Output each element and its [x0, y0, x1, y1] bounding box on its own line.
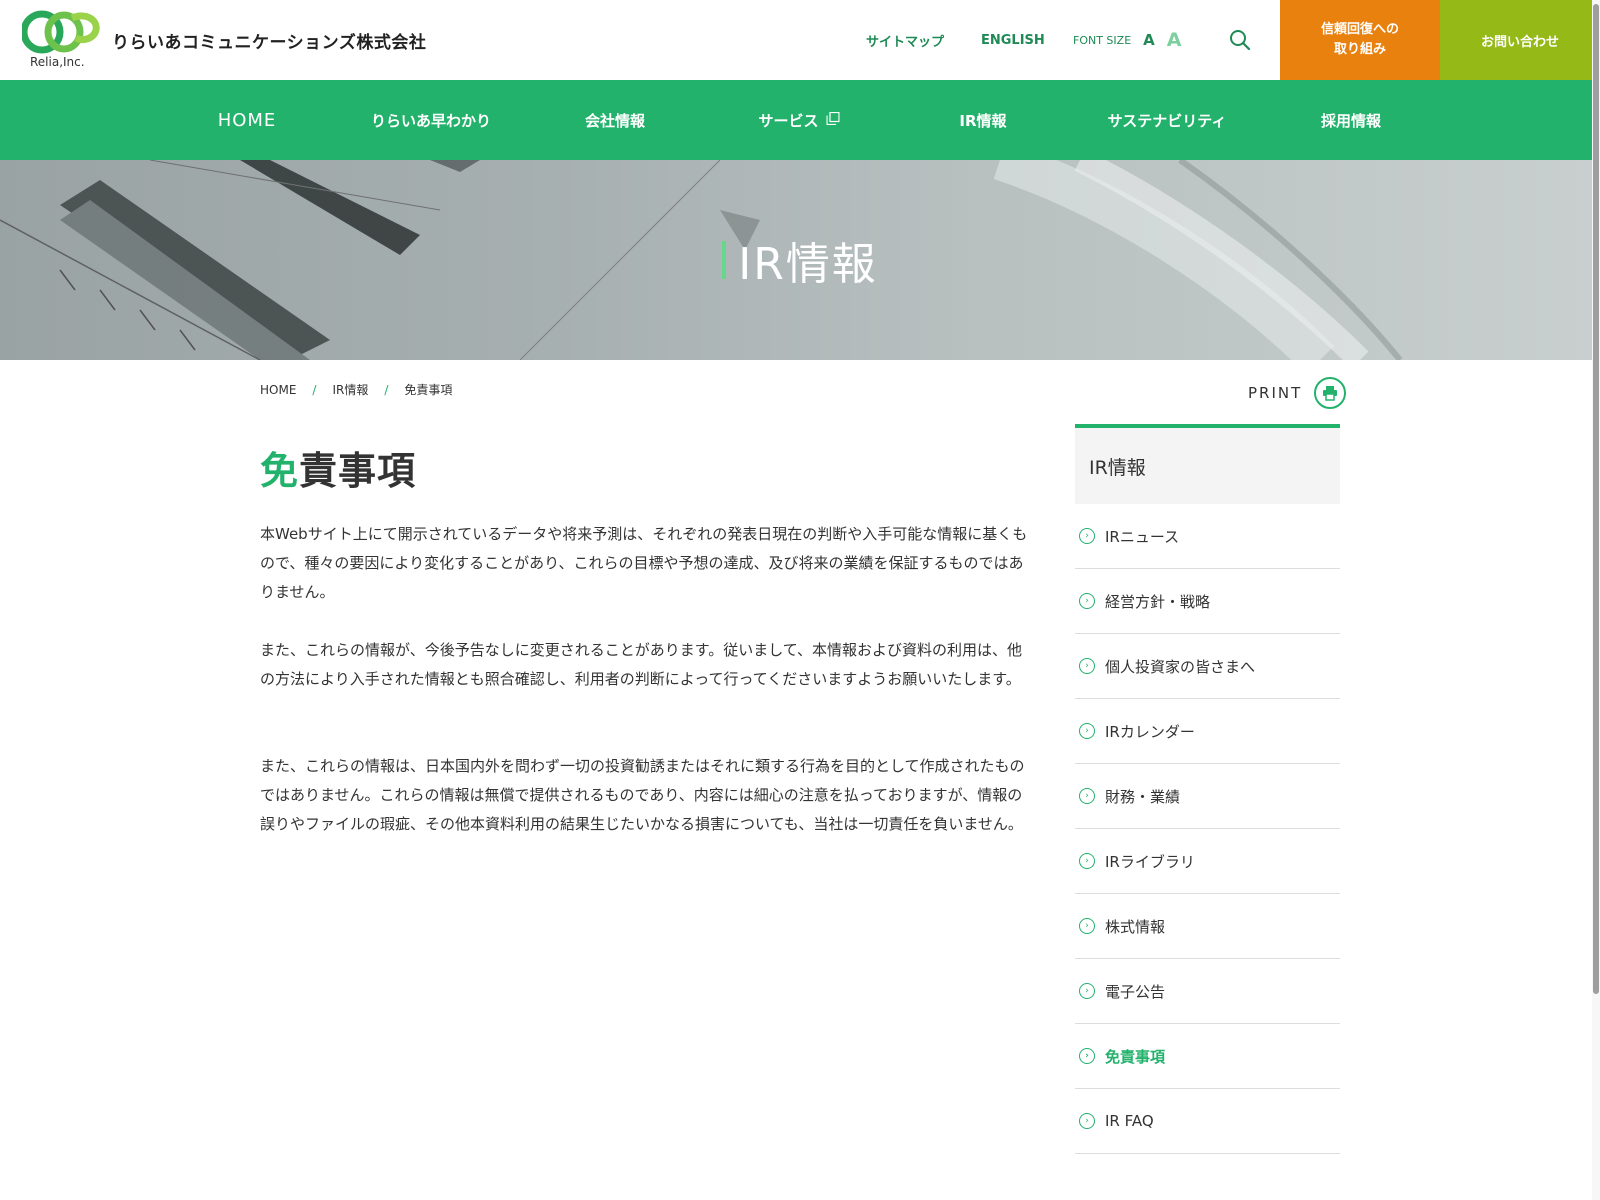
site-header: Relia,Inc. りらいあコミュニケーションズ株式会社 サイトマップ ENG… [0, 0, 1600, 80]
sidebar-item-stock-info[interactable]: › 株式情報 [1075, 894, 1340, 959]
disclaimer-paragraph: また、これらの情報は、日本国内外を問わず一切の投資勧誘またはそれに類する行為を目… [260, 757, 1025, 833]
chevron-circle-icon: › [1079, 1048, 1095, 1064]
printer-icon [1314, 377, 1347, 409]
logo-mark-icon [22, 10, 100, 54]
breadcrumb-separator: / [312, 382, 317, 397]
sidebar-item-label: IR FAQ [1105, 1112, 1154, 1130]
chevron-circle-icon: › [1079, 528, 1095, 544]
chevron-circle-icon: › [1079, 723, 1095, 739]
hero-title-text: IR情報 [738, 239, 878, 290]
sidebar-item-strategy[interactable]: › 経営方針・戦略 [1075, 569, 1340, 634]
font-size-large-button[interactable]: A [1167, 29, 1182, 51]
hero-banner: IR情報 [0, 160, 1600, 360]
sitemap-link[interactable]: サイトマップ [866, 0, 944, 80]
font-size-control: FONT SIZE A A [1073, 0, 1181, 80]
chevron-circle-icon: › [1079, 658, 1095, 674]
sidebar-item-ir-news[interactable]: › IRニュース [1075, 504, 1340, 569]
sidebar-item-label: 財務・業績 [1105, 787, 1181, 806]
nav-sustainability[interactable]: サステナビリティ [1108, 80, 1227, 160]
sidebar-item-label: IRニュース [1105, 527, 1180, 546]
sidebar-item-label: 経営方針・戦略 [1105, 592, 1211, 611]
english-link[interactable]: ENGLISH [981, 0, 1045, 80]
hero-title: IR情報 [0, 160, 1600, 360]
font-size-small-button[interactable]: A [1143, 31, 1155, 49]
breadcrumb: HOME / IR情報 / 免責事項 [260, 381, 452, 398]
chevron-circle-icon: › [1079, 918, 1095, 934]
nav-ir[interactable]: IR情報 [959, 80, 1006, 160]
nav-recruit[interactable]: 採用情報 [1321, 80, 1381, 160]
chevron-circle-icon: › [1079, 853, 1095, 869]
sidebar-item-label: 個人投資家の皆さまへ [1105, 657, 1256, 676]
chevron-circle-icon: › [1079, 1113, 1095, 1129]
sidebar-item-label: 株式情報 [1105, 917, 1166, 936]
sidebar-item-ir-library[interactable]: › IRライブラリ [1075, 829, 1340, 894]
breadcrumb-current: 免責事項 [404, 383, 453, 397]
disclaimer-paragraph: 本Webサイト上にて開示されているデータや将来予測は、それぞれの発表日現在の判断… [260, 525, 1028, 601]
company-logo[interactable]: Relia,Inc. りらいあコミュニケーションズ株式会社 [22, 8, 442, 74]
sidebar-item-disclaimer[interactable]: › 免責事項 [1075, 1024, 1340, 1089]
print-label: PRINT [1248, 384, 1303, 402]
page-title-accent: 免 [260, 449, 300, 493]
search-icon [1230, 30, 1251, 51]
disclaimer-paragraph: また、これらの情報が、今後予告なしに変更されることがあります。従いまして、本情報… [260, 641, 1023, 688]
page-title: 免責事項 [260, 440, 416, 495]
chevron-circle-icon: › [1079, 593, 1095, 609]
chevron-circle-icon: › [1079, 788, 1095, 804]
sidebar-item-ir-calendar[interactable]: › IRカレンダー [1075, 699, 1340, 764]
sidebar-item-label: IRライブラリ [1105, 852, 1195, 871]
sidebar-item-individual-investors[interactable]: › 個人投資家の皆さまへ [1075, 634, 1340, 699]
nav-company[interactable]: 会社情報 [585, 80, 645, 160]
font-size-label: FONT SIZE [1073, 33, 1132, 47]
hero-title-accent-bar [722, 241, 727, 279]
page-title-rest: 責事項 [299, 449, 417, 493]
sidebar-item-label: 免責事項 [1105, 1047, 1166, 1066]
scrollbar-thumb[interactable] [1593, 4, 1599, 994]
nav-services-label: サービス [758, 111, 819, 130]
global-nav: HOME りらいあ早わかり 会社情報 サービス IR情報 サステナビリティ 採用… [0, 80, 1600, 160]
logo-company-name: りらいあコミュニケーションズ株式会社 [112, 33, 427, 53]
trust-recovery-button[interactable]: 信頼回復への 取り組み [1280, 0, 1440, 80]
breadcrumb-separator: / [384, 382, 389, 397]
sidebar-item-public-notice[interactable]: › 電子公告 [1075, 959, 1340, 1024]
nav-home[interactable]: HOME [218, 80, 277, 160]
contact-button[interactable]: お問い合わせ [1440, 0, 1600, 80]
logo-subtitle: Relia,Inc. [30, 55, 85, 69]
ir-sidebar: IR情報 › IRニュース › 経営方針・戦略 › 個人投資家の皆さまへ › I… [1075, 424, 1340, 1154]
sidebar-item-label: IRカレンダー [1105, 722, 1195, 741]
search-button[interactable] [1228, 0, 1252, 80]
sidebar-heading[interactable]: IR情報 [1075, 424, 1340, 504]
nav-about-quick[interactable]: りらいあ早わかり [371, 80, 491, 160]
chevron-circle-icon: › [1079, 983, 1095, 999]
nav-services[interactable]: サービス [758, 80, 840, 160]
sidebar-item-ir-faq[interactable]: › IR FAQ [1075, 1089, 1340, 1154]
breadcrumb-home[interactable]: HOME [260, 383, 296, 397]
breadcrumb-ir[interactable]: IR情報 [332, 381, 368, 398]
external-link-icon [826, 111, 840, 129]
sidebar-item-label: 電子公告 [1105, 982, 1166, 1001]
sidebar-item-financials[interactable]: › 財務・業績 [1075, 764, 1340, 829]
print-button[interactable]: PRINT [1248, 377, 1347, 409]
